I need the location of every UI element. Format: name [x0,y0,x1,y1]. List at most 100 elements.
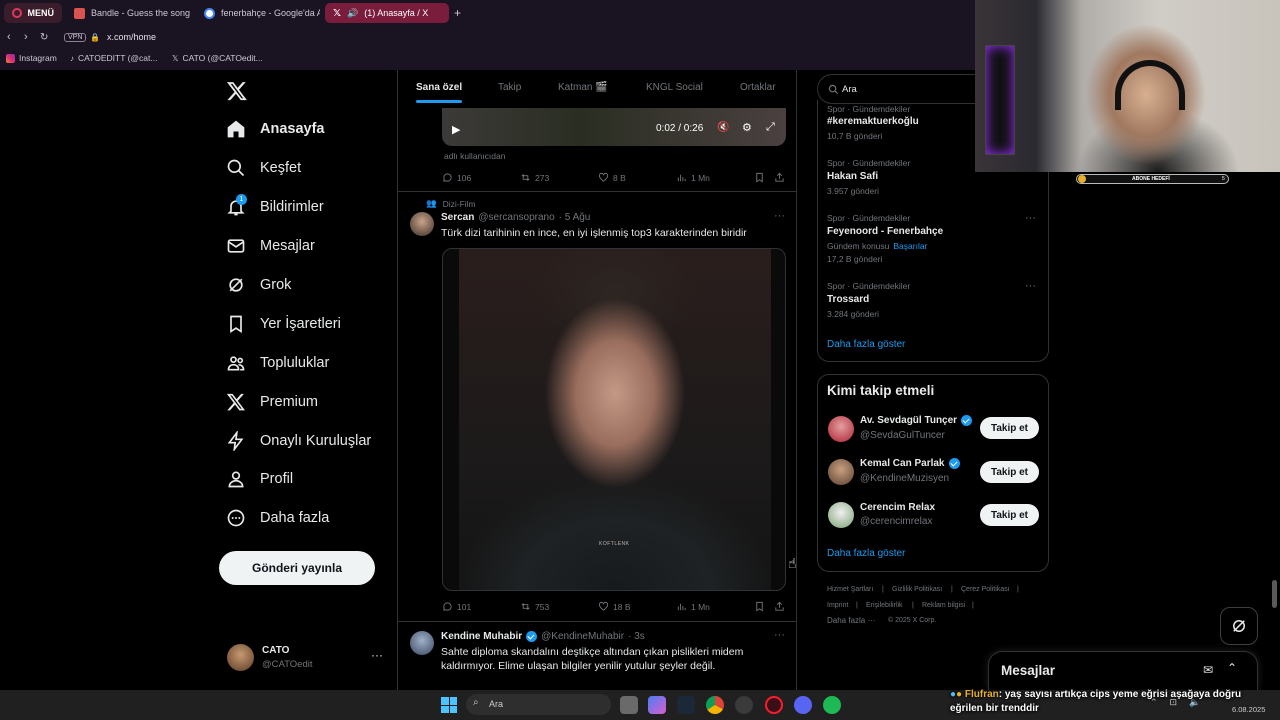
repost-button[interactable]: 273 [520,172,549,183]
new-message-icon[interactable]: ✉ [1203,663,1213,677]
nav-bookmarks[interactable]: Yer İşaretleri [226,307,341,341]
views-button[interactable]: 1 Mn [676,172,710,183]
follow-button[interactable]: Takip et [980,461,1039,483]
footer-link-cookies[interactable]: Çerez Politikası [961,586,1010,593]
tab-katman[interactable]: Katman 🎬 [558,82,608,93]
avatar[interactable] [828,459,854,485]
browser-menu-button[interactable]: MENÜ [4,3,62,23]
tweet-more-icon[interactable]: ··· [774,629,785,641]
trend-item-hakan-safi[interactable]: Hakan Safi [827,171,878,182]
trend-more-icon[interactable]: ··· [1025,280,1036,292]
avatar[interactable] [828,416,854,442]
fullscreen-icon[interactable]: ⤢ [766,121,775,134]
footer-link-imprint[interactable]: Imprint [827,602,848,609]
like-button[interactable]: 18 B [598,601,631,612]
nav-verified-orgs[interactable]: Onaylı Kuruluşlar [226,424,371,458]
nav-messages[interactable]: Mesajlar [226,229,315,263]
nav-more[interactable]: Daha fazla [226,501,329,535]
suggested-user-name[interactable]: Av. Sevdagül Tunçer [860,415,973,426]
tweet-author-handle[interactable]: @sercansoprano [478,212,554,223]
trends-show-more-link[interactable]: Daha fazla göster [827,339,905,350]
tweet-time[interactable]: · 3s [628,631,645,642]
windows-start-icon[interactable] [441,697,457,713]
nav-home[interactable]: Anasayfa [226,112,324,146]
tab-bandle[interactable]: Bandle - Guess the song... [66,3,190,23]
forward-icon[interactable]: › [24,31,28,43]
tab-following[interactable]: Takip [498,82,521,93]
url-field[interactable]: x.com/home [107,32,156,42]
tweet-more-icon[interactable]: ··· [774,210,785,222]
avatar[interactable] [828,502,854,528]
copilot-icon[interactable] [648,696,666,714]
tab-google[interactable]: fenerbahçe - Google'da A [196,3,320,23]
tab-for-you[interactable]: Sana özel [416,82,462,93]
like-button[interactable]: 8 B [598,172,626,183]
play-icon[interactable]: ▶ [452,123,460,136]
account-switcher[interactable]: CATO @CATOedit ··· [227,640,387,676]
share-button[interactable] [774,172,785,183]
nav-premium[interactable]: Premium [226,385,318,419]
taskbar-search[interactable]: ⌕ Ara [466,694,611,715]
settings-icon[interactable]: ⚙ [742,121,752,134]
post-button[interactable]: Gönderi yayınla [219,551,375,585]
tab-x-home[interactable]: 𝕏 🔊 (1) Anasayfa / X [325,3,449,23]
tweet-media-video[interactable]: KOFTLENK [442,248,786,591]
vpn-badge[interactable]: VPN [64,32,87,42]
chatgpt-icon[interactable] [735,696,753,714]
task-view-icon[interactable] [620,696,638,714]
tweet-time[interactable]: · 5 Ağu [559,212,591,223]
discord-icon[interactable] [794,696,812,714]
steam-icon[interactable] [677,696,695,714]
trend-topic-link[interactable]: Başarılar [893,241,927,251]
messages-drawer[interactable]: Mesajlar ✉ ⌃ [988,651,1258,691]
nav-communities[interactable]: Topluluklar [226,346,329,380]
follow-button[interactable]: Takip et [980,504,1039,526]
trend-item-trossard[interactable]: Trossard [827,294,869,305]
bookmark-tiktok[interactable]: ♪ CATOEDITT (@cat... [70,53,157,63]
new-tab-button[interactable]: + [451,3,467,23]
tweet-author-handle[interactable]: @KendineMuhabir [541,631,624,642]
opera-gx-icon[interactable] [765,696,783,714]
reply-button[interactable]: 106 [442,172,471,183]
tab-kngl-social[interactable]: KNGL Social [646,82,703,93]
spotify-icon[interactable] [823,696,841,714]
grok-floating-button[interactable] [1220,607,1258,645]
bookmark-x[interactable]: 𝕏 CATO (@CATOedit... [172,53,263,63]
reload-icon[interactable]: ↻ [40,32,48,43]
views-button[interactable]: 1 Mn [676,601,710,612]
nav-explore[interactable]: Keşfet [226,151,301,185]
back-icon[interactable]: ‹ [7,31,11,43]
footer-link-accessibility[interactable]: Erişilebilirlik [866,602,903,609]
suggested-user-name[interactable]: Cerencim Relax [860,502,935,513]
bookmark-instagram[interactable]: Instagram [6,53,57,63]
trend-more-icon[interactable]: ··· [1025,212,1036,224]
video-player[interactable]: ▶ 0:02 / 0:26 🔇 ⚙ ⤢ [442,108,786,146]
who-to-follow-show-more-link[interactable]: Daha fazla göster [827,548,905,559]
tweet-author-name[interactable]: Sercan [441,212,474,223]
footer-link-more[interactable]: Daha fazla ··· [827,616,875,625]
tweet-author-name[interactable]: Kendine Muhabir [441,631,522,642]
suggested-user-name[interactable]: Kemal Can Parlak [860,458,960,469]
bookmark-button[interactable] [754,601,765,612]
trend-item-keremaktuerkoglu[interactable]: #keremaktuerkoğlu [827,116,919,127]
trend-item-feyenoord-fenerbahce[interactable]: Feyenoord - Fenerbahçe [827,226,943,237]
footer-link-ads-info[interactable]: Reklam bilgisi [922,602,965,609]
expand-chevron-icon[interactable]: ⌃ [1227,661,1237,675]
bookmark-button[interactable] [754,172,765,183]
tab-partners[interactable]: Ortaklar [740,82,776,93]
follow-button[interactable]: Takip et [980,417,1039,439]
scrollbar-thumb[interactable] [1272,580,1277,608]
x-logo-icon[interactable] [226,80,248,102]
chrome-icon[interactable] [706,696,724,714]
footer-link-terms[interactable]: Hizmet Şartları [827,586,873,593]
footer-link-privacy[interactable]: Gizlilik Politikası [892,586,942,593]
share-button[interactable] [774,601,785,612]
avatar[interactable] [410,212,434,236]
nav-notifications[interactable]: 1 Bildirimler [226,190,324,224]
repost-button[interactable]: 753 [520,601,549,612]
nav-grok[interactable]: Grok [226,268,291,302]
reply-button[interactable]: 101 [442,601,471,612]
mute-icon[interactable]: 🔇 [717,122,729,133]
avatar[interactable] [410,631,434,655]
nav-profile[interactable]: Profil [226,462,293,496]
